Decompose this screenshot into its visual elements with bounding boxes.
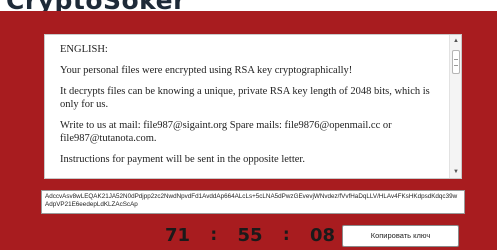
ransom-window: ENGLISH: Your personal files were encryp…	[0, 11, 497, 250]
vertical-scrollbar[interactable]: ▲ ▼	[449, 35, 461, 178]
timer-separator: :	[282, 225, 290, 245]
message-paragraph-encrypted: Your personal files were encrypted using…	[60, 65, 353, 76]
timer-seconds: 08	[309, 224, 335, 246]
message-paragraph-contact: Write to us at mail: file987@sigaint.org…	[60, 120, 392, 144]
message-content: ENGLISH: Your personal files were encryp…	[60, 43, 442, 174]
scrollbar-thumb[interactable]	[452, 50, 460, 74]
message-paragraph-language: ENGLISH:	[60, 44, 108, 55]
timer-minutes: 55	[237, 224, 263, 246]
timer-separator: :	[210, 225, 218, 245]
copy-key-button[interactable]: Копировать ключ	[342, 225, 459, 247]
countdown-timer: 71 : 55 : 08	[165, 222, 335, 248]
chevron-up-icon[interactable]: ▲	[450, 36, 461, 46]
message-text-area[interactable]: ENGLISH: Your personal files were encryp…	[44, 34, 462, 179]
encryption-key-field[interactable]: AdccvAsv8wLEQAK21JA52N0dPdjpp2zc2NwdNpvd…	[41, 190, 465, 214]
chevron-down-icon[interactable]: ▼	[450, 167, 461, 177]
timer-hours: 71	[165, 224, 191, 246]
message-paragraph-private-key: It decrypts files can be knowing a uniqu…	[60, 86, 430, 110]
message-paragraph-payment: Instructions for payment will be sent in…	[60, 154, 305, 165]
